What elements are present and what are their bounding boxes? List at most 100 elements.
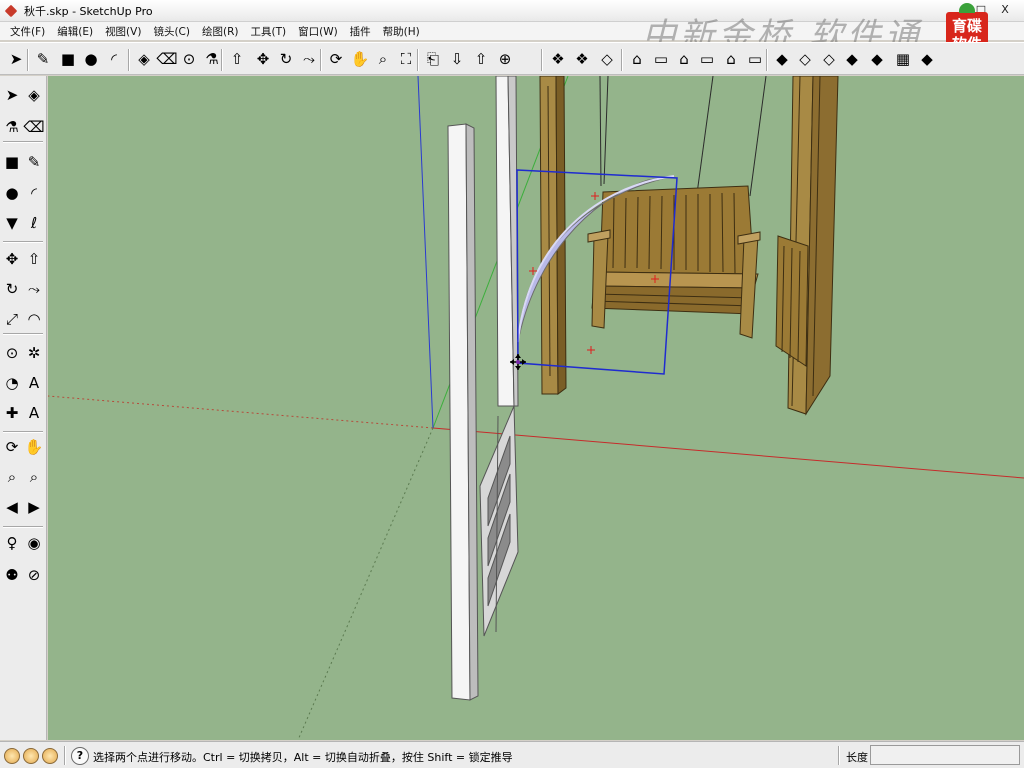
menu-window[interactable]: 窗口(W)	[292, 24, 344, 39]
walk-icon[interactable]: ⚉	[1, 564, 23, 586]
select-arrow-icon[interactable]: ➤	[5, 48, 27, 70]
select-icon[interactable]: ➤	[1, 84, 23, 106]
palette-separator	[3, 526, 43, 528]
extension-icon[interactable]: ◇	[596, 48, 618, 70]
close-button[interactable]: X	[997, 2, 1013, 18]
rotate-icon[interactable]: ↻	[275, 48, 297, 70]
zoom-window-icon[interactable]: ⌕	[23, 466, 45, 488]
scale-icon[interactable]: ⤢	[1, 308, 23, 330]
protractor-icon[interactable]: ◔	[1, 372, 23, 394]
toolbar-separator	[320, 49, 322, 71]
pan-icon[interactable]: ✋	[23, 436, 45, 458]
pan-icon[interactable]: ✋	[349, 48, 371, 70]
menu-tools[interactable]: 工具(T)	[244, 24, 292, 39]
section-plane-icon[interactable]: ⊘	[23, 564, 45, 586]
3d-text-icon[interactable]: A	[23, 402, 45, 424]
menu-file[interactable]: 文件(F)	[4, 24, 51, 39]
toolbar-separator	[27, 49, 29, 71]
status-divider	[64, 746, 66, 765]
front-view-icon[interactable]: ⌂	[673, 48, 695, 70]
dimension-icon[interactable]: ✲	[23, 342, 45, 364]
eraser-icon[interactable]: ⌫	[156, 48, 178, 70]
hidden-line-icon[interactable]: ◇	[818, 48, 840, 70]
move-icon[interactable]: ✥	[252, 48, 274, 70]
menu-plugins[interactable]: 插件	[344, 24, 377, 39]
left-view-icon[interactable]: ▭	[744, 48, 766, 70]
measurements-input[interactable]	[870, 745, 1020, 765]
status-divider	[838, 746, 840, 765]
rotate-icon[interactable]: ↻	[1, 278, 23, 300]
circle-icon[interactable]: ●	[1, 182, 23, 204]
make-component-icon[interactable]: ◈	[23, 84, 45, 106]
get-models-icon[interactable]: ⇩	[446, 48, 468, 70]
help-icon[interactable]: ?	[71, 747, 89, 765]
main-toolbar: ➤ ✎ ■ ● ◜ ◈ ⌫ ⊙ ⚗ ⇧ ✥ ↻ ⤳ ⟳ ✋ ⌕ ⛶ ⎗ ⇩ ⇧ ⊕ ❖ ❖ ◇ ⌂ ▭ ⌂ ▭ ⌂ ▭ ◆ ◇ ◇ ◆ ◆ ▦ ◆	[0, 42, 1024, 75]
circle-icon[interactable]: ●	[80, 48, 102, 70]
geo-location-icon[interactable]	[4, 748, 20, 764]
polygon-icon[interactable]: ▼	[1, 212, 23, 234]
next-icon[interactable]: ▶	[23, 496, 45, 518]
user-icon[interactable]	[42, 748, 58, 764]
styles-icon[interactable]: ◆	[916, 48, 938, 70]
menu-help[interactable]: 帮助(H)	[377, 24, 426, 39]
menu-camera[interactable]: 镜头(C)	[147, 24, 196, 39]
line-icon[interactable]: ✎	[23, 151, 45, 173]
offset-icon[interactable]: ◠	[23, 308, 45, 330]
red-axis	[432, 427, 1024, 479]
zoom-icon[interactable]: ⌕	[1, 466, 23, 488]
freehand-icon[interactable]: ℓ	[23, 212, 45, 234]
menu-edit[interactable]: 编辑(E)	[51, 24, 99, 39]
axes-icon[interactable]: ✚	[1, 402, 23, 424]
right-view-icon[interactable]: ▭	[696, 48, 718, 70]
wireframe-icon[interactable]: ◇	[794, 48, 816, 70]
sketchup-window: 秋千.skp - SketchUp Pro – □ X 文件(F) 编辑(E) …	[0, 0, 1024, 768]
toolbar-separator	[128, 49, 130, 71]
orbit-icon[interactable]: ⟳	[325, 48, 347, 70]
arc-icon[interactable]: ◜	[23, 182, 45, 204]
position-camera-icon[interactable]: ♀	[1, 532, 23, 554]
swing-bench[interactable]	[587, 185, 761, 339]
arc-icon[interactable]: ◜	[103, 48, 125, 70]
rectangle-icon[interactable]: ■	[1, 151, 23, 173]
white-frame-component[interactable]	[447, 76, 519, 701]
tape-measure-icon[interactable]: ⊙	[1, 342, 23, 364]
move-icon[interactable]: ✥	[1, 248, 23, 270]
blue-axis	[417, 76, 434, 429]
orbit-icon[interactable]: ⟳	[1, 436, 23, 458]
paint-bucket-icon[interactable]: ⚗	[1, 116, 23, 138]
push-pull-icon[interactable]: ⇧	[23, 248, 45, 270]
monochrome-icon[interactable]: ▦	[892, 48, 914, 70]
status-message: 选择两个点进行移动。Ctrl = 切换拷贝，Alt = 切换自动折叠，按住 Sh…	[93, 751, 513, 764]
menu-draw[interactable]: 绘图(R)	[196, 24, 245, 39]
make-component-icon[interactable]: ◈	[133, 48, 155, 70]
share-model-icon[interactable]: ⇧	[470, 48, 492, 70]
follow-me-icon[interactable]: ⤳	[298, 48, 320, 70]
xray-icon[interactable]: ◆	[771, 48, 793, 70]
palette-separator	[3, 241, 43, 243]
zoom-icon[interactable]: ⌕	[372, 48, 394, 70]
previous-icon[interactable]: ◀	[1, 496, 23, 518]
credits-icon[interactable]	[23, 748, 39, 764]
look-around-icon[interactable]: ◉	[23, 532, 45, 554]
menu-view[interactable]: 视图(V)	[99, 24, 147, 39]
drawing-viewport[interactable]	[48, 76, 1024, 740]
iso-view-icon[interactable]: ⌂	[626, 48, 648, 70]
zoom-extents-icon[interactable]: ⛶	[395, 48, 417, 70]
back-view-icon[interactable]: ⌂	[720, 48, 742, 70]
text-icon[interactable]: A	[23, 372, 45, 394]
scene-canvas[interactable]	[48, 76, 1024, 740]
get-components-icon[interactable]: ❖	[547, 48, 569, 70]
previous-view-icon[interactable]: ⎗	[422, 48, 444, 70]
push-pull-icon[interactable]: ⇧	[226, 48, 248, 70]
share-component-icon[interactable]: ❖	[571, 48, 593, 70]
top-view-icon[interactable]: ▭	[650, 48, 672, 70]
shaded-icon[interactable]: ◆	[841, 48, 863, 70]
eraser-icon[interactable]: ⌫	[23, 116, 45, 138]
rectangle-icon[interactable]: ■	[57, 48, 79, 70]
follow-me-icon[interactable]: ⤳	[23, 278, 45, 300]
tape-measure-icon[interactable]: ⊙	[178, 48, 200, 70]
paint-bucket-icon[interactable]: ⚗	[201, 48, 223, 70]
shaded-textures-icon[interactable]: ◆	[866, 48, 888, 70]
pencil-line-icon[interactable]: ✎	[32, 48, 54, 70]
warehouse-icon[interactable]: ⊕	[494, 48, 516, 70]
